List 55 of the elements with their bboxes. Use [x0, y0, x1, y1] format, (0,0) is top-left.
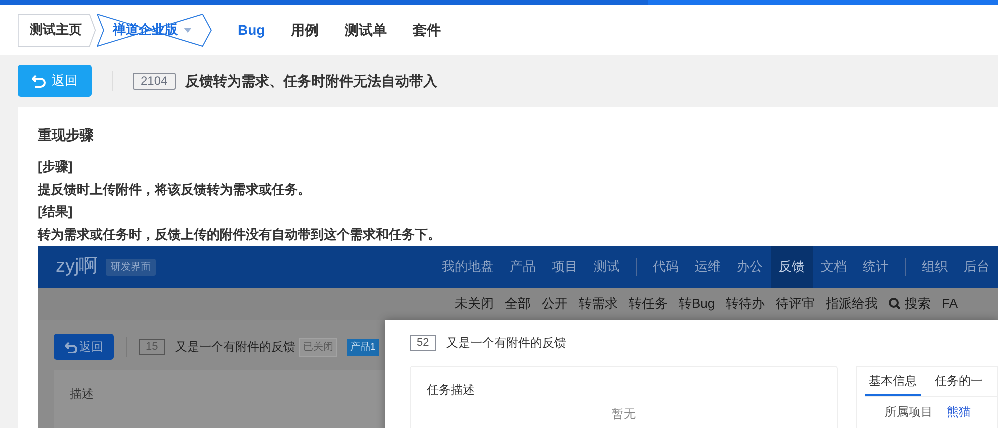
nav-item[interactable]: 组织 [914, 246, 956, 288]
feedback-title: 又是一个有附件的反馈 [175, 339, 296, 356]
brand-name: zyj啊 [56, 254, 98, 279]
nav-tab[interactable]: 用例 [291, 20, 320, 40]
id-label: 52 [410, 335, 436, 351]
nav-item[interactable]: 代码 [645, 246, 687, 288]
nav-item[interactable]: 办公 [729, 246, 771, 288]
subnav-link[interactable]: 搜索 [889, 294, 932, 314]
back-button[interactable]: 返回 [54, 334, 114, 360]
step-text: [结果] [38, 203, 74, 221]
field-link[interactable]: 熊猫 [947, 403, 971, 421]
breadcrumb-item[interactable]: 测试主页 [18, 14, 96, 46]
subnav-link[interactable]: FA [942, 294, 958, 314]
search-icon [889, 298, 902, 310]
info-tab[interactable]: 基本信息 [865, 367, 921, 396]
nav-tab[interactable]: Bug [238, 20, 266, 40]
nav-item[interactable]: 产品 [502, 246, 544, 288]
step-text: [步骤] [38, 158, 74, 176]
subnav-link[interactable]: 全部 [505, 294, 531, 314]
status-tag: 已关闭 [299, 338, 338, 356]
caret-icon [184, 28, 192, 32]
undo-icon [64, 342, 76, 352]
nav-item[interactable]: 文档 [813, 246, 855, 288]
nav-item[interactable]: 后台 [956, 246, 998, 288]
subnav-link[interactable]: 指派给我 [826, 294, 878, 314]
subnav-link[interactable]: 待评审 [776, 294, 816, 314]
section-heading: 任务描述 [427, 382, 476, 399]
nav-item[interactable]: 我的地盘 [434, 246, 502, 288]
section-heading: 重现步骤 [38, 126, 95, 145]
subnav-link[interactable]: 转Bug [679, 294, 716, 314]
field-label: 所属项目 [885, 404, 933, 421]
nav-item[interactable]: 反馈 [771, 246, 813, 288]
step-text: 转为需求或任务时，反馈上传的附件没有自动带到这个需求和任务下。 [38, 226, 442, 244]
undo-icon [32, 74, 46, 88]
info-tab[interactable]: 任务的一 [931, 367, 987, 396]
back-button[interactable]: 返回 [18, 65, 92, 97]
bug-title: 反馈转为需求、任务时附件无法自动带入 [186, 72, 438, 90]
nav-item[interactable]: 测试 [586, 246, 628, 288]
id-label: 2104 [133, 72, 176, 90]
brand-tag: 研发界面 [106, 258, 156, 276]
nav-item[interactable]: 运维 [687, 246, 729, 288]
nav-item[interactable]: 统计 [855, 246, 897, 288]
subnav-link[interactable]: 未关闭 [455, 294, 494, 314]
nav-tab[interactable]: 套件 [413, 20, 442, 40]
subnav-link[interactable]: 转需求 [579, 294, 618, 314]
subnav-link[interactable]: 转任务 [629, 294, 668, 314]
nav-item[interactable]: 项目 [544, 246, 586, 288]
nav-tab[interactable]: 测试单 [345, 20, 388, 40]
section-heading: 描述 [70, 386, 94, 403]
modal-title: 又是一个有附件的反馈 [446, 335, 566, 352]
subnav-link[interactable]: 转待办 [726, 294, 766, 314]
subnav-link[interactable]: 公开 [542, 294, 568, 314]
empty-text: 暂无 [611, 406, 637, 423]
step-text: 提反馈时上传附件，将该反馈转为需求或任务。 [38, 180, 312, 198]
product-tag: 产品1 [347, 338, 379, 356]
